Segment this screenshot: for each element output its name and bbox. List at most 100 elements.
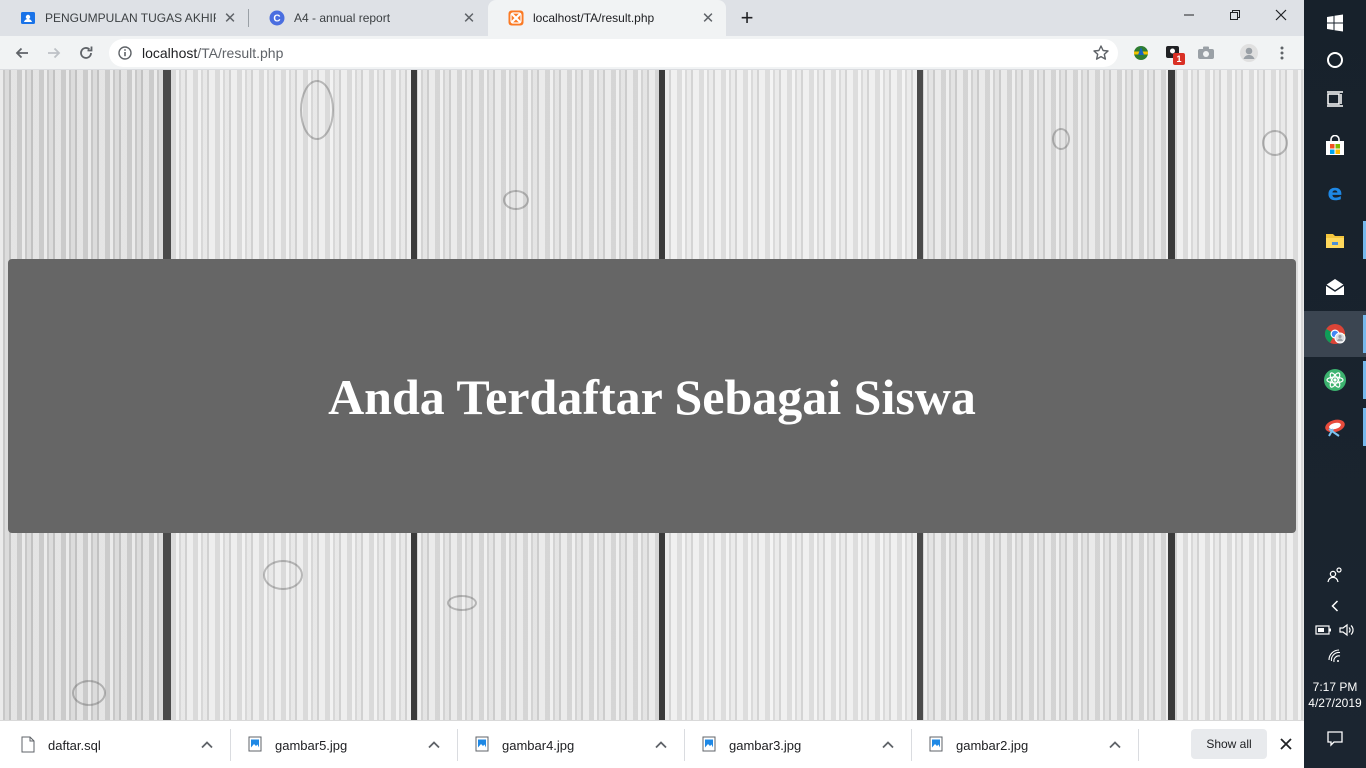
taskbar-edge[interactable]: e — [1304, 170, 1366, 216]
taskbar-atom[interactable] — [1304, 357, 1366, 403]
show-hidden-icons-button[interactable] — [1304, 597, 1366, 615]
download-item[interactable]: daftar.sql — [0, 721, 227, 768]
url-host: localhost — [142, 45, 198, 61]
chevron-up-icon[interactable] — [426, 737, 442, 753]
cortana-circle-icon — [1327, 52, 1343, 68]
arrow-right-icon — [48, 47, 61, 59]
notification-icon — [1327, 731, 1343, 747]
menu-button[interactable] — [1268, 39, 1296, 67]
folder-icon — [1326, 234, 1344, 248]
chevron-up-icon[interactable] — [199, 737, 215, 753]
windows-logo-icon — [1327, 14, 1343, 32]
tab-strip: PENGUMPULAN TUGAS AKHIR WEB ✕ C A4 - ann… — [0, 0, 1304, 36]
people-icon — [1327, 567, 1342, 583]
wood-knot — [300, 80, 334, 140]
battery-icon[interactable] — [1314, 623, 1333, 637]
scissors-icon — [1325, 419, 1345, 437]
tab-result-php[interactable]: localhost/TA/result.php ✕ — [488, 0, 726, 36]
idm-extension-icon[interactable] — [1131, 43, 1151, 63]
taskbar-snipping-tool[interactable] — [1304, 404, 1366, 450]
close-shelf-button[interactable] — [1276, 734, 1296, 754]
taskbar-clock[interactable]: 7:17 PM 4/27/2019 — [1304, 679, 1366, 711]
people-button[interactable] — [1304, 565, 1366, 585]
restore-icon — [1230, 10, 1240, 20]
system-tray-row — [1304, 621, 1366, 639]
store-icon — [1326, 135, 1344, 155]
download-item[interactable]: gambar3.jpg — [681, 721, 908, 768]
minimize-icon — [1184, 14, 1194, 16]
reload-button[interactable] — [72, 39, 100, 67]
new-tab-button[interactable]: + — [733, 4, 761, 32]
volume-icon[interactable] — [1338, 623, 1356, 637]
taskbar-chrome[interactable] — [1304, 311, 1366, 357]
task-view-icon — [1327, 91, 1343, 107]
address-bar[interactable]: localhost/TA/result.php — [109, 39, 1118, 67]
arrow-left-icon — [15, 47, 28, 59]
chrome-icon — [1324, 324, 1346, 344]
task-view-button[interactable] — [1304, 76, 1366, 122]
image-file-icon — [702, 736, 716, 752]
avatar-icon — [1240, 44, 1258, 62]
wood-knot — [263, 560, 303, 590]
kebab-menu-icon — [1280, 46, 1284, 60]
download-filename: gambar5.jpg — [275, 738, 348, 753]
info-icon[interactable] — [118, 46, 132, 60]
wood-knot — [447, 595, 477, 611]
download-item[interactable]: gambar5.jpg — [227, 721, 454, 768]
close-tab-icon[interactable]: ✕ — [700, 10, 716, 27]
canva-icon: C — [269, 10, 285, 26]
edge-icon: e — [1328, 182, 1343, 204]
page-title: Anda Terdaftar Sebagai Siswa — [328, 368, 976, 425]
image-file-icon — [929, 736, 943, 752]
chevron-up-icon[interactable] — [880, 737, 896, 753]
tab-pengumpulan[interactable]: PENGUMPULAN TUGAS AKHIR WEB ✕ — [0, 0, 248, 36]
bookmark-star-icon[interactable] — [1092, 44, 1110, 62]
url-path: /TA/result.php — [197, 45, 284, 61]
extension-badge-icon[interactable]: 1 — [1164, 43, 1185, 65]
wood-knot — [72, 680, 106, 706]
download-shelf: daftar.sql gambar5.jpg gambar4.jpg gamba… — [0, 720, 1304, 768]
wifi-icon — [1328, 649, 1341, 663]
extension-badge: 1 — [1173, 53, 1185, 65]
taskbar-file-explorer[interactable] — [1304, 217, 1366, 263]
wood-knot — [1262, 130, 1288, 156]
image-file-icon — [475, 736, 489, 752]
download-item[interactable]: gambar2.jpg — [908, 721, 1135, 768]
xampp-icon — [508, 10, 524, 26]
tab-title: PENGUMPULAN TUGAS AKHIR WEB — [45, 11, 216, 25]
mail-icon — [1325, 279, 1345, 295]
minimize-button[interactable] — [1166, 0, 1212, 30]
tab-title: localhost/TA/result.php — [533, 11, 655, 25]
profile-button[interactable] — [1235, 39, 1263, 67]
restore-button[interactable] — [1212, 0, 1258, 30]
taskbar-store[interactable] — [1304, 123, 1366, 169]
close-tab-icon[interactable]: ✕ — [461, 10, 477, 27]
close-icon — [1275, 9, 1287, 21]
url-text[interactable]: localhost/TA/result.php — [142, 45, 283, 61]
action-center-button[interactable] — [1304, 724, 1366, 754]
windows-taskbar: e 7:17 PM 4/27/2019 — [1304, 0, 1366, 768]
wood-knot — [1052, 128, 1070, 150]
camera-extension-icon[interactable] — [1196, 43, 1216, 63]
close-window-button[interactable] — [1258, 0, 1304, 30]
taskbar-mail[interactable] — [1304, 264, 1366, 310]
show-all-button[interactable]: Show all — [1191, 729, 1267, 759]
download-filename: gambar2.jpg — [956, 738, 1029, 753]
tab-annual-report[interactable]: C A4 - annual report ✕ — [249, 0, 487, 36]
download-filename: gambar3.jpg — [729, 738, 802, 753]
close-tab-icon[interactable]: ✕ — [222, 10, 238, 27]
download-item[interactable]: gambar4.jpg — [454, 721, 681, 768]
image-file-icon — [248, 736, 262, 752]
forward-button[interactable] — [40, 39, 68, 67]
clock-date: 4/27/2019 — [1308, 696, 1362, 710]
network-button[interactable] — [1304, 647, 1366, 665]
chevron-up-icon[interactable] — [653, 737, 669, 753]
classroom-icon — [20, 10, 36, 26]
download-filename: daftar.sql — [48, 738, 101, 753]
reload-icon — [80, 46, 93, 59]
back-button[interactable] — [8, 39, 36, 67]
svg-text:C: C — [273, 14, 280, 25]
chevron-up-icon[interactable] — [1107, 737, 1123, 753]
shelf-divider — [1138, 729, 1139, 761]
download-filename: gambar4.jpg — [502, 738, 575, 753]
